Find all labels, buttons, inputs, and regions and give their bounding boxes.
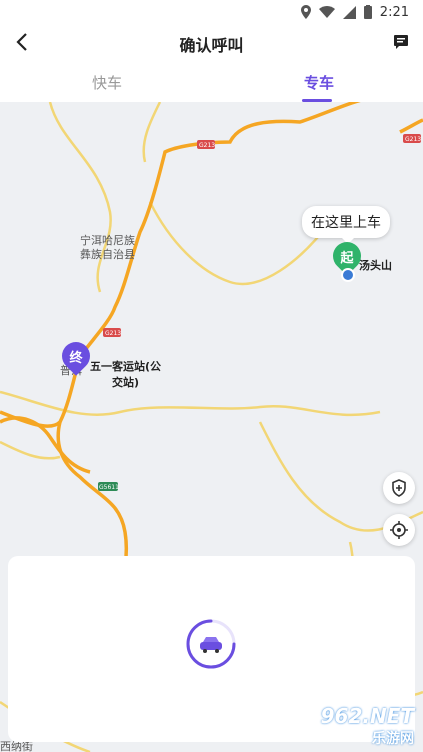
- message-button[interactable]: [389, 30, 413, 54]
- road-badge: G213: [405, 136, 421, 143]
- car-loading-icon: [185, 618, 237, 670]
- page-title: 确认呼叫: [179, 36, 244, 55]
- status-time: 2:21: [379, 4, 409, 20]
- destination-label: 五一客运站(公 交站): [90, 360, 162, 389]
- watermark-logo: 962.NET 乐游网: [285, 702, 420, 747]
- tab-express[interactable]: 快车: [92, 72, 122, 93]
- road-badge: G213: [199, 142, 215, 149]
- crosshair-icon: [390, 521, 408, 539]
- message-icon: [394, 35, 408, 49]
- tab-premium[interactable]: 专车: [304, 72, 334, 93]
- end-pin-label: 终: [69, 350, 83, 366]
- safety-button[interactable]: [383, 472, 415, 504]
- pickup-bubble[interactable]: 在这里上车: [302, 206, 390, 244]
- battery-icon: [363, 5, 372, 19]
- road-badge: G5611: [99, 484, 119, 491]
- watermark-text-top: 962.NET: [320, 704, 414, 728]
- service-tabs: 快车 专车: [0, 62, 423, 102]
- app-header: 确认呼叫: [0, 24, 423, 62]
- location-icon: [300, 5, 311, 19]
- wifi-icon: [318, 6, 335, 18]
- shield-icon: [392, 479, 406, 497]
- status-bar: 2:21: [0, 0, 423, 24]
- road-badge: G213: [105, 330, 121, 337]
- signal-icon: [342, 5, 356, 19]
- watermark-text-bottom: 乐游网: [372, 731, 414, 747]
- start-pin-label: 起: [340, 250, 354, 266]
- county-label: 宁洱哈尼族 彝族自治县: [80, 234, 135, 261]
- origin-label: 汤头山: [359, 259, 392, 272]
- current-location-dot: [341, 268, 355, 282]
- locate-button[interactable]: [383, 514, 415, 546]
